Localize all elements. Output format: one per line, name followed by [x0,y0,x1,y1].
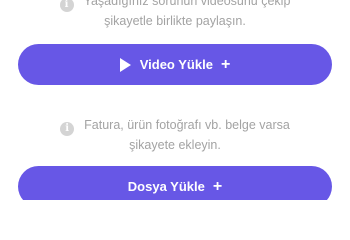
play-icon [119,57,131,72]
plus-icon: + [220,55,231,73]
video-hint-line-1: i Yaşadığınız sorunun videosunu çekip [0,0,350,12]
file-upload-label: Dosya Yükle [127,179,205,194]
video-hint-text-2: şikayetle birlikte paylaşın. [104,14,246,28]
document-hint: i Fatura, ürün fotoğrafı vb. belge varsa … [0,116,350,154]
document-hint-text-2: şikayete ekleyin. [129,138,221,152]
info-icon: i [60,122,75,136]
file-upload-button[interactable]: Dosya Yükle + [18,166,332,200]
video-upload-label: Video Yükle [139,57,213,72]
video-hint: i Yaşadığınız sorunun videosunu çekip şik… [0,0,350,30]
document-hint-line-1: i Fatura, ürün fotoğrafı vb. belge varsa [0,116,350,136]
upload-screen: i Yaşadığınız sorunun videosunu çekip şik… [0,0,350,200]
plus-icon: + [212,177,223,195]
video-hint-text-1: Yaşadığınız sorunun videosunu çekip [83,0,291,8]
info-icon: i [59,0,74,12]
video-upload-button[interactable]: Video Yükle + [18,44,332,85]
document-hint-text-1: Fatura, ürün fotoğrafı vb. belge varsa [84,118,290,132]
